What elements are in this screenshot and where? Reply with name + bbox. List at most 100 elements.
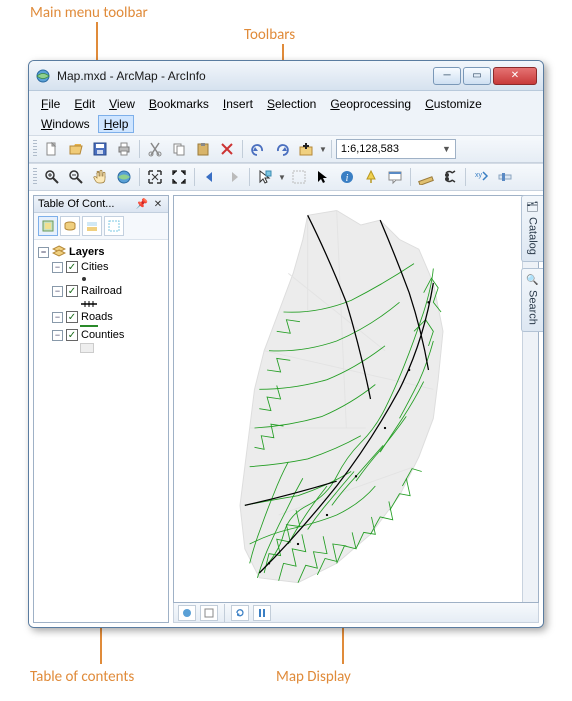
annotation-toolbars: Toolbars [244, 26, 295, 44]
toc-tab-visibility[interactable] [82, 216, 102, 236]
cut-button[interactable] [144, 138, 166, 160]
layer-name: Roads [81, 311, 113, 323]
collapse-icon[interactable]: − [52, 286, 63, 297]
toc-tabs [34, 213, 168, 240]
refresh-button[interactable] [231, 605, 249, 621]
toc-tree: − Layers − ✓ Cities − ✓ Railroad [34, 240, 168, 622]
collapse-icon[interactable]: − [52, 330, 63, 341]
menu-geoprocessing[interactable]: Geoprocessing [324, 95, 417, 113]
toc-title: Table Of Cont... [38, 198, 114, 210]
checkbox[interactable]: ✓ [66, 261, 78, 273]
menu-windows[interactable]: Windows [35, 115, 96, 133]
close-icon[interactable]: ✕ [152, 198, 164, 210]
collapse-icon[interactable]: − [52, 312, 63, 323]
separator [249, 168, 250, 186]
open-button[interactable] [65, 138, 87, 160]
tree-root-layers[interactable]: − Layers [38, 244, 164, 260]
separator [410, 168, 411, 186]
select-elements-button[interactable] [312, 166, 334, 188]
pan-button[interactable] [89, 166, 111, 188]
measure-button[interactable] [415, 166, 437, 188]
tree-symbol-railroad[interactable] [38, 298, 164, 310]
zoom-in-button[interactable] [41, 166, 63, 188]
menu-insert[interactable]: Insert [217, 95, 259, 113]
collapse-icon[interactable]: − [38, 247, 49, 258]
html-popup-button[interactable] [384, 166, 406, 188]
tree-symbol-counties[interactable] [38, 342, 164, 354]
pin-icon[interactable]: 📌 [136, 198, 148, 210]
tools-toolbar: ▼ i xy [29, 163, 543, 191]
toolbar-grip[interactable] [33, 168, 37, 186]
menu-selection[interactable]: Selection [261, 95, 322, 113]
map-display[interactable] [173, 195, 539, 603]
toolbar-grip[interactable] [33, 140, 37, 158]
collapse-icon[interactable]: − [52, 262, 63, 273]
checkbox[interactable]: ✓ [66, 285, 78, 297]
clear-selection-button[interactable] [288, 166, 310, 188]
separator [465, 168, 466, 186]
standard-toolbar: ▼ 1:6,128,583 ▼ [29, 135, 543, 163]
side-tab-catalog[interactable]: 🗂 Catalog [521, 195, 543, 262]
menu-edit[interactable]: Edit [68, 95, 101, 113]
side-tab-label: Search [527, 290, 539, 325]
tree-symbol-cities[interactable] [38, 274, 164, 284]
select-features-button[interactable] [254, 166, 276, 188]
chevron-down-icon: ▼ [442, 144, 451, 154]
new-button[interactable] [41, 138, 63, 160]
minimize-button[interactable]: ─ [433, 67, 461, 85]
paste-button[interactable] [192, 138, 214, 160]
copy-button[interactable] [168, 138, 190, 160]
toc-tab-source[interactable] [60, 216, 80, 236]
add-data-button[interactable] [295, 138, 317, 160]
toc-tab-selection[interactable] [104, 216, 124, 236]
window-title: Map.mxd - ArcMap - ArcInfo [57, 69, 433, 83]
separator [224, 604, 225, 622]
tree-layer-cities[interactable]: − ✓ Cities [38, 260, 164, 274]
full-extent-button[interactable] [113, 166, 135, 188]
close-button[interactable]: ✕ [493, 67, 537, 85]
map-statusbar [173, 603, 539, 623]
menu-view[interactable]: View [103, 95, 141, 113]
toc-panel: Table Of Cont... 📌 ✕ − Layers − [33, 195, 169, 623]
tree-layer-roads[interactable]: − ✓ Roads [38, 310, 164, 324]
data-view-button[interactable] [178, 605, 196, 621]
zoom-out-button[interactable] [65, 166, 87, 188]
menu-bookmarks[interactable]: Bookmarks [143, 95, 215, 113]
tree-layer-railroad[interactable]: − ✓ Railroad [38, 284, 164, 298]
search-icon: 🔍 [526, 275, 538, 286]
titlebar[interactable]: Map.mxd - ArcMap - ArcInfo ─ ▭ ✕ [29, 61, 543, 91]
delete-button[interactable] [216, 138, 238, 160]
find-button[interactable] [439, 166, 461, 188]
menubar: File Edit View Bookmarks Insert Selectio… [29, 91, 543, 135]
hyperlink-button[interactable] [360, 166, 382, 188]
fixed-zoom-out-button[interactable] [168, 166, 190, 188]
print-button[interactable] [113, 138, 135, 160]
menu-file[interactable]: File [35, 95, 66, 113]
svg-text:i: i [346, 173, 349, 184]
identify-button[interactable]: i [336, 166, 358, 188]
scale-selector[interactable]: 1:6,128,583 ▼ [336, 139, 456, 159]
toc-tab-drawing-order[interactable] [38, 216, 58, 236]
checkbox[interactable]: ✓ [66, 329, 78, 341]
tree-layer-counties[interactable]: − ✓ Counties [38, 328, 164, 342]
side-tab-label: Catalog [527, 217, 539, 255]
side-tab-search[interactable]: 🔍 Search [521, 268, 543, 332]
forward-extent-button[interactable] [223, 166, 245, 188]
maximize-button[interactable]: ▭ [463, 67, 491, 85]
menu-help[interactable]: Help [98, 115, 135, 133]
separator [194, 168, 195, 186]
goto-xy-button[interactable]: xy [470, 166, 492, 188]
pause-button[interactable] [253, 605, 271, 621]
time-slider-button[interactable] [494, 166, 516, 188]
checkbox[interactable]: ✓ [66, 311, 78, 323]
layout-view-button[interactable] [200, 605, 218, 621]
save-button[interactable] [89, 138, 111, 160]
redo-button[interactable] [271, 138, 293, 160]
back-extent-button[interactable] [199, 166, 221, 188]
undo-button[interactable] [247, 138, 269, 160]
fixed-zoom-in-button[interactable] [144, 166, 166, 188]
side-tabs: 🗂 Catalog 🔍 Search [521, 195, 543, 332]
toc-header[interactable]: Table Of Cont... 📌 ✕ [34, 196, 168, 213]
menu-customize[interactable]: Customize [419, 95, 488, 113]
layer-name: Counties [81, 329, 124, 341]
